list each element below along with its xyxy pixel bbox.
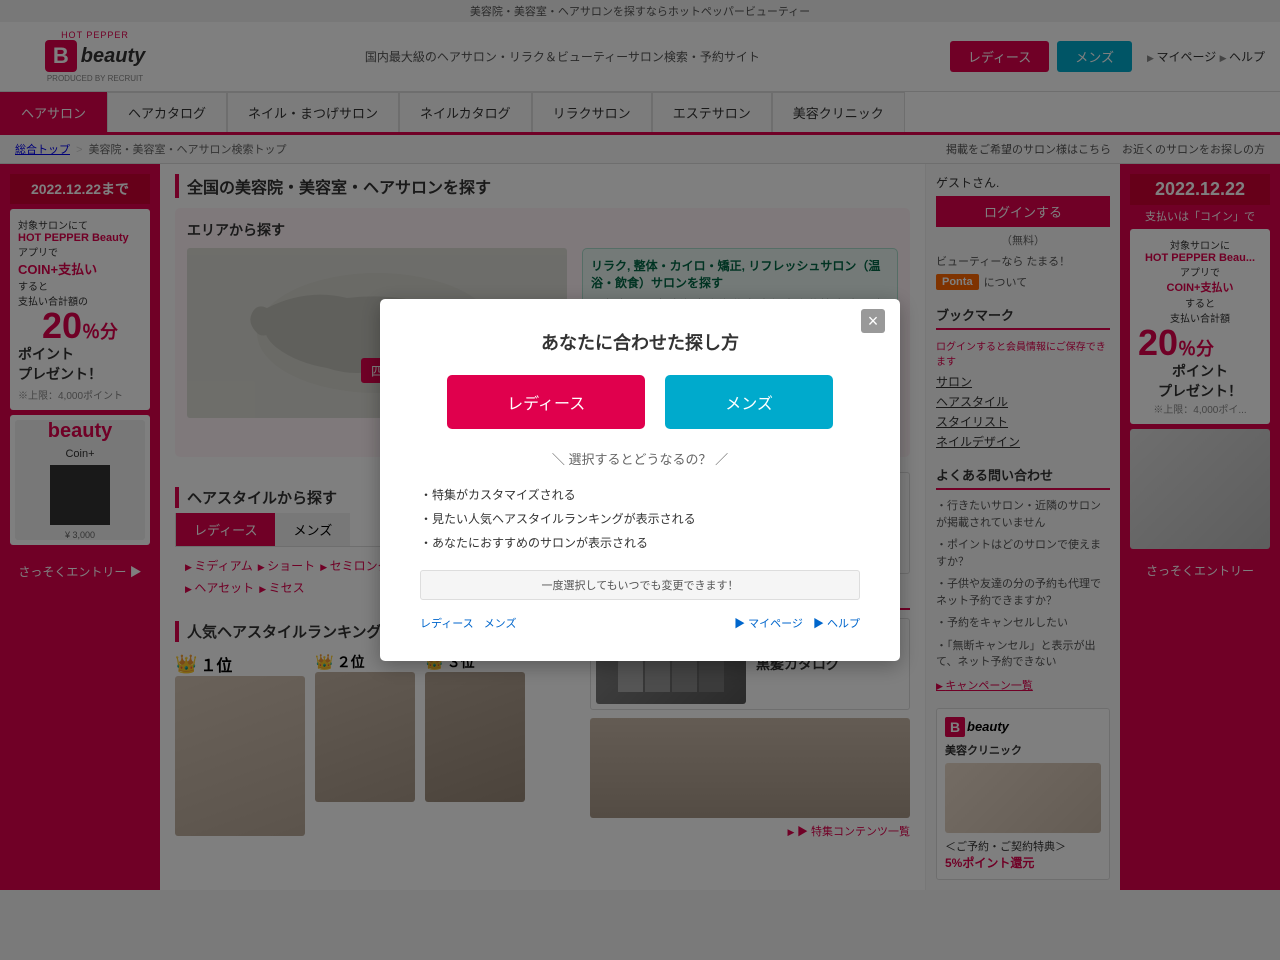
modal-footer-mypage[interactable]: ▶ マイページ bbox=[734, 615, 803, 631]
modal-footer-help[interactable]: ▶ ヘルプ bbox=[813, 615, 860, 631]
modal-benefit-3: あなたにおすすめのサロンが表示される bbox=[420, 531, 860, 555]
modal-footer-links-right: ▶ マイページ ▶ ヘルプ bbox=[734, 615, 860, 631]
modal-benefits: 特集がカスタマイズされる 見たい人気ヘアスタイルランキングが表示される あなたに… bbox=[420, 483, 860, 555]
modal-gender-buttons: レディース メンズ bbox=[420, 375, 860, 429]
modal-close-button[interactable]: × bbox=[861, 309, 885, 333]
modal-select-question: ＼ 選択するとどうなるの？ ／ bbox=[420, 449, 860, 468]
modal-ladies-button[interactable]: レディース bbox=[447, 375, 645, 429]
modal-overlay[interactable]: × あなたに合わせた探し方 レディース メンズ ＼ 選択するとどうなるの？ ／ … bbox=[0, 0, 1280, 960]
modal-dialog: × あなたに合わせた探し方 レディース メンズ ＼ 選択するとどうなるの？ ／ … bbox=[380, 299, 900, 661]
modal-mens-button[interactable]: メンズ bbox=[665, 375, 833, 429]
modal-footer: レディース メンズ ▶ マイページ ▶ ヘルプ bbox=[420, 615, 860, 631]
modal-info-bar: 一度選択してもいつでも変更できます！ bbox=[420, 570, 860, 600]
modal-footer-mens[interactable]: メンズ bbox=[484, 615, 517, 631]
modal-footer-genders: レディース メンズ bbox=[420, 615, 516, 631]
modal-benefit-2: 見たい人気ヘアスタイルランキングが表示される bbox=[420, 507, 860, 531]
modal-benefit-1: 特集がカスタマイズされる bbox=[420, 483, 860, 507]
modal-footer-ladies[interactable]: レディース bbox=[420, 615, 474, 631]
modal-title: あなたに合わせた探し方 bbox=[420, 329, 860, 355]
